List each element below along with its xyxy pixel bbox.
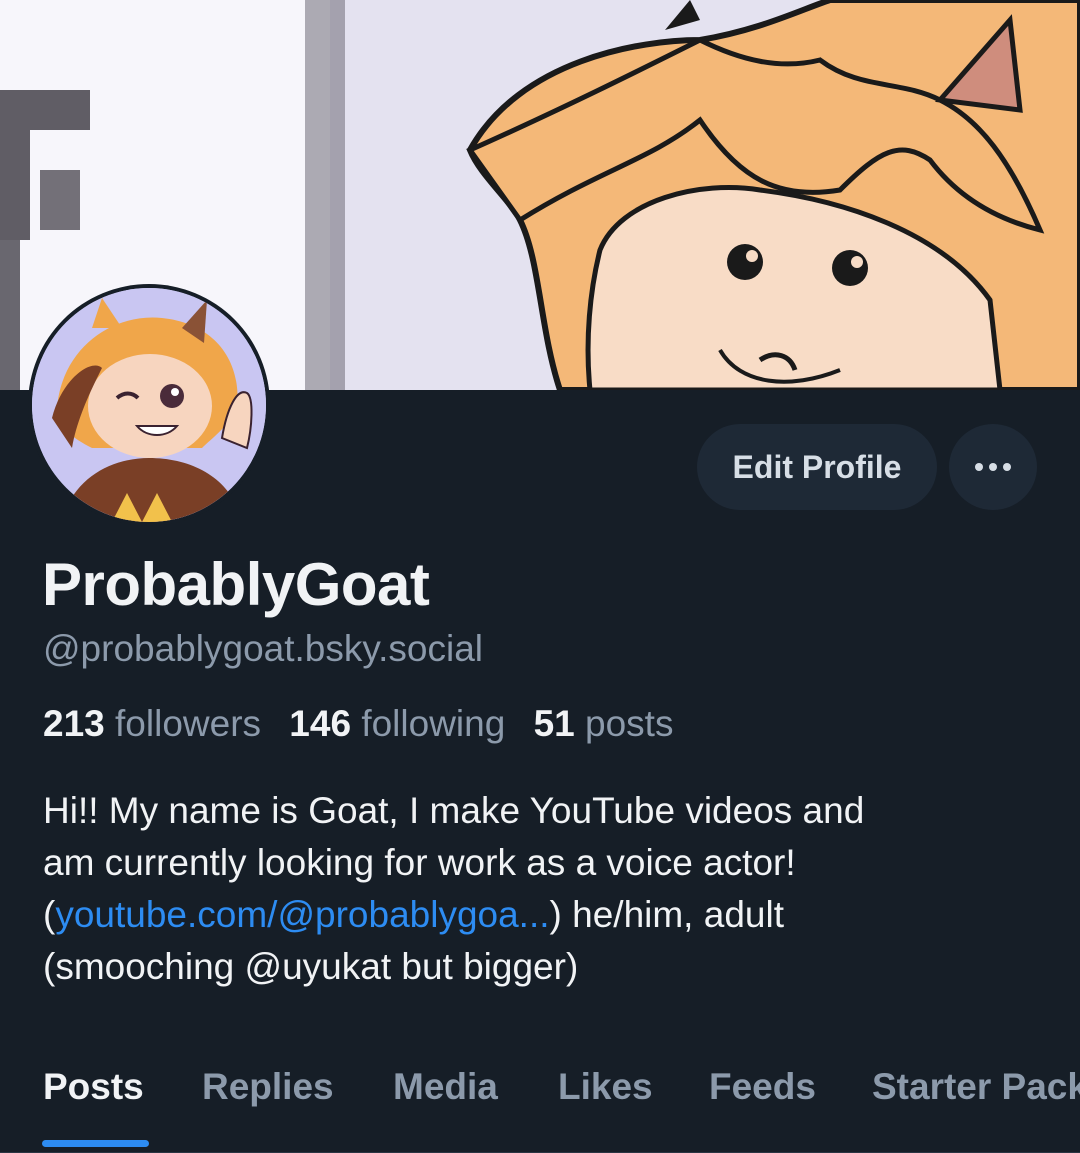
bio-line: (smooching @uyukat but bigger) [43,946,579,987]
followers-count: 213 [43,703,105,744]
ellipsis-icon [975,463,1011,471]
following-label: following [361,703,506,744]
profile-tabs: Posts Replies Media Likes Feeds Starter … [0,1046,1080,1153]
avatar-illustration [32,288,266,522]
tab-media[interactable]: Media [393,1066,498,1108]
bio-line: am currently looking for work as a voice… [43,842,796,883]
edit-profile-label: Edit Profile [732,448,902,485]
youtube-link[interactable]: youtube.com/@probablygoa... [55,894,549,935]
tab-replies[interactable]: Replies [202,1066,334,1108]
more-options-button[interactable] [949,424,1037,510]
profile-handle: @probablygoat.bsky.social [43,628,483,669]
active-tab-indicator [42,1140,149,1147]
posts-count: 51 [533,703,575,744]
bio-text: ) he/him, adult [549,894,784,935]
profile-bio: Hi!! My name is Goat, I make YouTube vid… [43,785,1043,993]
profile-stats: 213 followers 146 following 51 posts [43,703,673,745]
followers-label: followers [115,703,262,744]
tab-starter-packs[interactable]: Starter Packs [872,1066,1080,1108]
tab-feeds[interactable]: Feeds [709,1066,816,1108]
display-name: ProbablyGoat [42,551,430,618]
tab-posts[interactable]: Posts [43,1066,144,1108]
tab-likes[interactable]: Likes [558,1066,653,1108]
posts-label: posts [585,703,674,744]
profile-avatar[interactable] [28,284,270,526]
bio-line: (youtube.com/@probablygoa...) he/him, ad… [43,889,1043,941]
posts-stat: 51 posts [534,703,674,744]
followers-stat[interactable]: 213 followers [43,703,261,744]
bio-paren-open: ( [43,894,56,935]
following-count: 146 [289,703,352,744]
bio-line: Hi!! My name is Goat, I make YouTube vid… [43,790,865,831]
following-stat[interactable]: 146 following [289,703,505,744]
edit-profile-button[interactable]: Edit Profile [697,424,937,510]
